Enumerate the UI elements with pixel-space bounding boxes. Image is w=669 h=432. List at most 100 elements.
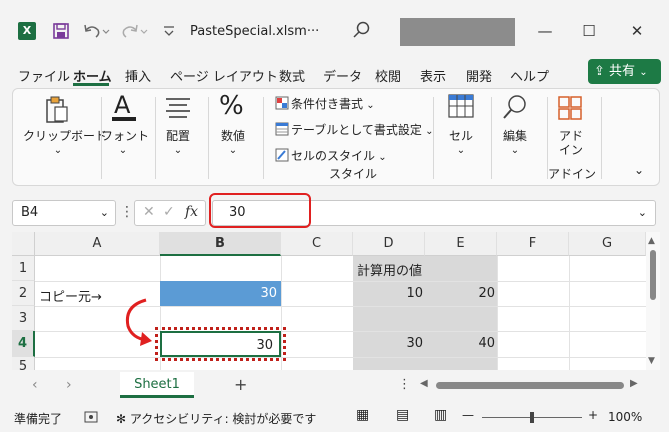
cells-group[interactable]: セル [441,129,481,144]
alignment-icon[interactable] [163,95,193,124]
collapse-ribbon-icon[interactable]: ⌄ [631,163,647,178]
save-icon[interactable] [52,22,70,43]
chevron-down-icon[interactable]: ⌄ [100,201,109,225]
tab-view[interactable]: 表示 [420,66,446,85]
cell-style-button[interactable]: セルのスタイル ⌄ [275,147,387,165]
check-icon[interactable]: ✓ [163,204,175,220]
window-title: PasteSpecial.xlsm··· [190,24,320,39]
minimize-button[interactable]: — [530,18,560,44]
col-header-b[interactable]: B [160,232,281,256]
insert-function-button[interactable]: fx [185,204,198,220]
undo-icon[interactable] [82,22,110,43]
clipboard-icon[interactable] [41,95,71,128]
percent-icon[interactable]: % [219,91,244,121]
cell-a2[interactable]: コピー元→ [39,286,102,305]
cell-d2[interactable]: 10 [353,281,423,306]
addins-button-line1[interactable]: アド [551,129,591,144]
page-break-view-icon[interactable]: ▥ [434,407,447,423]
editing-group[interactable]: 編集 [495,129,535,144]
col-header-g[interactable]: G [569,232,646,256]
number-group[interactable]: 数値 [213,129,253,144]
chevron-down-icon: ⌄ [53,145,63,156]
font-group[interactable]: フォント [101,129,149,144]
col-header-e[interactable]: E [425,232,497,256]
cell-e4[interactable]: 40 [425,331,495,357]
scroll-left-icon[interactable]: ◀ [420,378,428,389]
red-arrow-icon [125,298,152,346]
row-header-3[interactable]: 3 [12,306,35,331]
horizontal-scroll-thumb[interactable] [436,382,624,389]
cells-icon[interactable] [447,93,475,122]
zoom-in-button[interactable]: + [588,408,598,422]
divider [433,97,434,179]
divider [263,97,264,179]
chevron-down-icon[interactable]: ⌄ [638,201,647,225]
cell-d1[interactable]: 計算用の値 [357,260,422,279]
formula-buttons: ✕ ✓ fx [134,200,206,226]
zoom-out-button[interactable]: — [462,408,474,422]
tab-formulas[interactable]: 数式 [279,66,305,85]
tab-review[interactable]: 校閲 [375,66,401,85]
account-area[interactable] [400,18,515,46]
col-header-f[interactable]: F [497,232,569,256]
row-header-1[interactable]: 1 [12,256,35,281]
scroll-right-icon[interactable]: ▶ [630,378,638,389]
zoom-slider-thumb[interactable] [530,412,534,423]
next-sheet-icon[interactable]: › [66,377,72,393]
tab-page-layout[interactable]: ページ レイアウト [170,66,278,85]
more-options-icon[interactable]: ⋮ [398,377,411,392]
chevron-down-icon: ⌄ [639,67,648,78]
name-box[interactable]: B4 ⌄ [12,200,116,226]
addins-icon[interactable] [557,95,583,124]
page-layout-view-icon[interactable]: ▤ [396,407,409,423]
cell-b2[interactable]: 30 [160,281,281,306]
tab-data[interactable]: データ [323,66,362,85]
share-button[interactable]: ⇪ 共有 ⌄ [588,59,661,84]
row-header-4[interactable]: 4 [12,331,35,357]
col-header-a[interactable]: A [35,232,160,256]
worksheet-grid[interactable]: A B C D E F G 1 2 3 4 5 計算用の値 コピー元→ 30 1… [12,232,660,370]
scroll-down-icon[interactable]: ▼ [648,356,655,366]
sheet-tab-bar: ‹ › + ⋮ ◀ ▶ [12,372,660,400]
tab-insert[interactable]: 挿入 [125,66,151,85]
search-icon[interactable] [501,93,529,124]
sheet-tab-sheet1[interactable]: Sheet1 [120,372,194,398]
add-sheet-button[interactable]: + [234,375,247,394]
tab-developer[interactable]: 開発 [466,66,492,85]
more-options-icon[interactable]: ⋮ [120,204,134,220]
font-color-icon[interactable]: A [109,91,139,126]
scroll-up-icon[interactable]: ▲ [648,236,655,246]
status-bar: 準備完了 ✻ アクセシビリティ: 検討が必要です ▦ ▤ ▥ — + 100% [0,402,669,432]
select-all-corner[interactable] [12,232,35,256]
scroll-thumb[interactable] [650,250,656,300]
zoom-level[interactable]: 100% [608,410,642,424]
col-header-d[interactable]: D [353,232,425,256]
addins-button-line2[interactable]: イン [551,143,591,158]
cancel-icon[interactable]: ✕ [143,204,155,220]
col-header-c[interactable]: C [281,232,353,256]
close-button[interactable]: ✕ [622,18,652,44]
zoom-slider[interactable] [482,412,582,423]
tab-file[interactable]: ファイル [18,66,70,85]
accessibility-status[interactable]: ✻ アクセシビリティ: 検討が必要です [116,410,316,427]
tab-help[interactable]: ヘルプ [510,66,549,85]
cell-d4[interactable]: 30 [353,331,423,357]
row-header-5[interactable]: 5 [12,357,35,370]
search-icon[interactable] [352,20,372,43]
alignment-group[interactable]: 配置 [158,129,198,144]
clipboard-group[interactable]: クリップボード [23,129,107,144]
vertical-scrollbar[interactable]: ▲ ▼ [646,232,660,370]
maximize-button[interactable]: ☐ [574,18,604,44]
conditional-format-button[interactable]: 条件付き書式 ⌄ [275,95,375,113]
macro-record-icon[interactable] [84,410,98,427]
format-as-table-button[interactable]: テーブルとして書式設定 ⌄ [275,121,433,139]
redo-icon[interactable] [120,22,148,43]
customize-toolbar-icon[interactable] [162,22,176,43]
gridline [569,256,570,370]
svg-text:A: A [114,91,131,119]
chevron-down-icon: ⌄ [173,145,183,156]
cell-e2[interactable]: 20 [425,281,495,306]
normal-view-icon[interactable]: ▦ [356,407,369,423]
row-header-2[interactable]: 2 [12,281,35,306]
prev-sheet-icon[interactable]: ‹ [32,377,38,393]
